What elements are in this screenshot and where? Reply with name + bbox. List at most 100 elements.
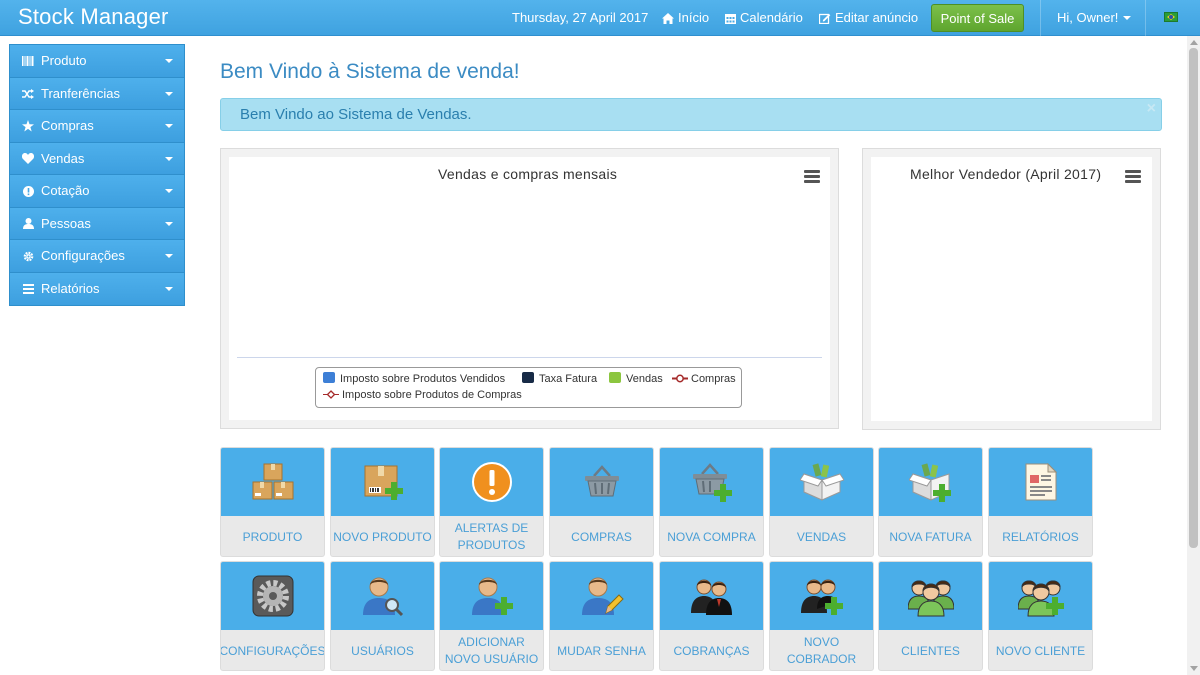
tile-clientes[interactable]: CLIENTES (878, 561, 983, 671)
info-icon (21, 175, 35, 207)
alert-message: Bem Vindo ao Sistema de Vendas. (240, 106, 472, 123)
sidebar-item-transferencias[interactable]: Tranferências (10, 77, 184, 110)
sidebar-item-pessoas[interactable]: Pessoas (10, 207, 184, 240)
random-icon (21, 78, 35, 110)
sidebar-item-relatorios[interactable]: Relatórios (10, 272, 184, 305)
legend-label: Vendas (626, 373, 663, 385)
legend-line-marker (672, 374, 688, 383)
tile-mudar-senha[interactable]: MUDAR SENHA (549, 561, 654, 671)
tile-adicionar-novo-usuario[interactable]: ADICIONAR NOVO USUÁRIO (439, 561, 544, 671)
legend-label: Compras (691, 373, 736, 385)
basket-icon (584, 465, 619, 497)
app-brand[interactable]: Stock Manager (18, 4, 169, 30)
legend-label: Taxa Fatura (539, 373, 598, 385)
legend-item[interactable]: Compras (672, 372, 736, 386)
home-link[interactable]: Início (662, 0, 709, 36)
divider (1145, 0, 1146, 36)
tile-icon-area (879, 562, 982, 630)
box-add-icon (364, 465, 403, 500)
edit-notice-label: Editar anúncio (835, 10, 919, 25)
sidebar-item-cotacao[interactable]: Cotação (10, 175, 184, 208)
sidebar-item-produto[interactable]: Produto (10, 45, 184, 78)
tile-icon-area (440, 562, 543, 630)
scroll-up-icon[interactable] (1190, 40, 1198, 45)
tile-icon-area (331, 562, 434, 630)
tile-label: NOVO CLIENTE (995, 643, 1086, 658)
best-seller-panel (862, 148, 1161, 430)
sidebar-item-vendas[interactable]: Vendas (10, 142, 184, 175)
chevron-down-icon (1123, 16, 1132, 20)
tile-icon-area (221, 448, 324, 516)
chevron-down-icon (165, 286, 173, 291)
legend-item[interactable]: Taxa Fatura (522, 372, 597, 386)
tile-label: NOVA COMPRA (667, 529, 756, 544)
x-axis-line (237, 357, 822, 358)
tile-nova-fatura[interactable]: NOVA FATURA (878, 447, 983, 557)
point-of-sale-button[interactable]: Point of Sale (931, 4, 1024, 32)
edit-icon (818, 13, 831, 25)
tile-produto[interactable]: PRODUTO (220, 447, 325, 557)
tile-novo-cobrador[interactable]: NOVO COBRADOR (769, 561, 874, 671)
sidebar-item-compras[interactable]: Compras (10, 110, 184, 143)
pie-chart-area (871, 157, 1152, 421)
tile-label: COBRANÇAS (673, 643, 750, 658)
tile-label: CONFIGURAÇÕES (220, 643, 325, 658)
legend-item[interactable]: Vendas (609, 372, 663, 386)
scrollbar-thumb[interactable] (1189, 48, 1198, 548)
user-menu-label: Hi, Owner! (1057, 10, 1119, 25)
tile-compras[interactable]: COMPRAS (549, 447, 654, 557)
top-navbar: Stock Manager Thursday, 27 April 2017 In… (0, 0, 1200, 36)
tile-cobrancas[interactable]: COBRANÇAS (659, 561, 764, 671)
sidebar-item-label: Produto (41, 53, 87, 68)
tile-nova-compra[interactable]: NOVA COMPRA (659, 447, 764, 557)
legend-label: Imposto sobre Produtos de Compras (342, 389, 522, 401)
tile-novo-cliente[interactable]: NOVO CLIENTE (988, 561, 1093, 671)
tile-label: NOVO PRODUTO (333, 529, 432, 544)
tile-label: ADICIONAR NOVO USUÁRIO (444, 635, 539, 666)
boxes-icon (252, 463, 293, 500)
tile-alertas-de-produtos[interactable]: ALERTAS DE PRODUTOS (439, 447, 544, 557)
customer-add-icon (1017, 580, 1064, 617)
tile-icon-area (440, 448, 543, 516)
chart-legend: Imposto sobre Produtos Vendidos Taxa Fat… (315, 367, 742, 408)
tile-label: USUÁRIOS (351, 643, 414, 658)
home-icon (662, 13, 674, 24)
legend-item[interactable]: Imposto sobre Produtos Vendidos (323, 372, 505, 386)
heart-icon (21, 143, 35, 175)
billers-icon (690, 579, 732, 615)
star-icon (21, 110, 35, 142)
calendar-link[interactable]: Calendário (725, 0, 803, 36)
tile-icon-area (989, 562, 1092, 630)
scroll-down-icon[interactable] (1190, 666, 1198, 671)
brazil-flag-icon[interactable] (1164, 12, 1178, 22)
tile-icon-area (221, 562, 324, 630)
close-icon[interactable]: × (1147, 93, 1156, 124)
chevron-down-icon (165, 124, 173, 128)
tile-relatorios[interactable]: RELATÓRIOS (988, 447, 1093, 557)
tile-icon-area (660, 562, 763, 630)
legend-item[interactable]: Imposto sobre Produtos de Compras (323, 388, 522, 402)
tile-usuarios[interactable]: USUÁRIOS (330, 561, 435, 671)
tile-label: NOVO COBRADOR (786, 635, 857, 666)
chart-menu-icon[interactable] (1125, 170, 1141, 183)
sidebar-item-label: Relatórios (41, 280, 100, 296)
tile-novo-produto[interactable]: NOVO PRODUTO (330, 447, 435, 557)
edit-notice-link[interactable]: Editar anúncio (818, 0, 919, 36)
home-label: Início (678, 10, 710, 25)
tile-label: VENDAS (796, 529, 847, 544)
user-add-icon (471, 577, 513, 615)
current-date: Thursday, 27 April 2017 (512, 10, 649, 25)
page-scrollbar[interactable] (1187, 36, 1200, 675)
user-menu[interactable]: Hi, Owner! (1057, 0, 1132, 36)
tile-label: NOVA FATURA (889, 529, 972, 544)
sidebar-item-configuracoes[interactable]: Configurações (10, 240, 184, 273)
tile-label: COMPRAS (571, 529, 632, 544)
chevron-down-icon (165, 156, 173, 161)
chart-menu-icon[interactable] (804, 170, 820, 183)
legend-swatch (522, 372, 534, 383)
sidebar-item-label: Configurações (41, 248, 125, 263)
tile-vendas[interactable]: VENDAS (769, 447, 874, 557)
chevron-down-icon (165, 189, 173, 193)
tile-configuracoes[interactable]: CONFIGURAÇÕES (220, 561, 325, 671)
sidebar-item-label: Cotação (41, 183, 90, 198)
